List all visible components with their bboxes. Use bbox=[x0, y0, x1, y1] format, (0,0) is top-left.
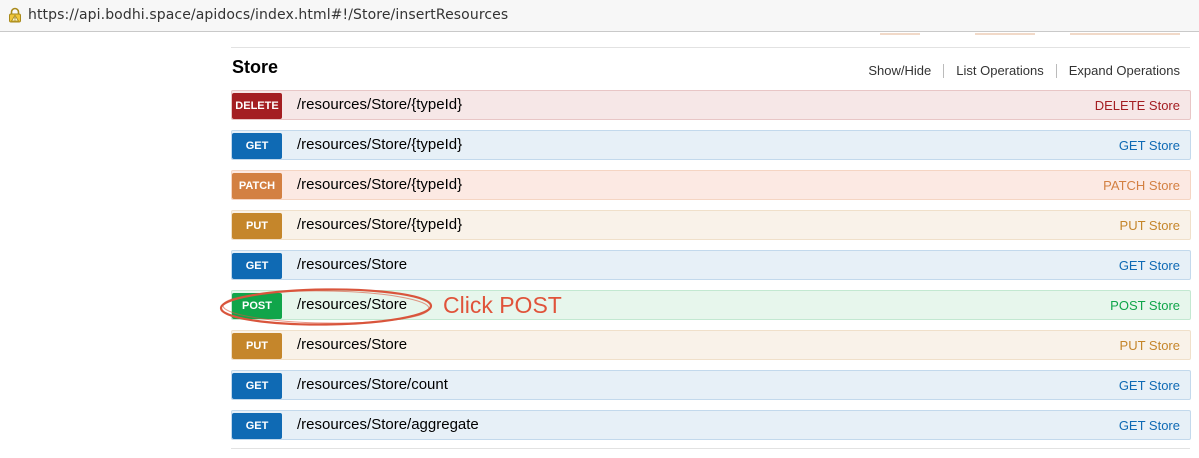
method-badge[interactable]: GET bbox=[232, 253, 282, 279]
show-hide-link[interactable]: Show/Hide bbox=[868, 63, 931, 78]
operation-path[interactable]: /resources/Store/aggregate bbox=[297, 416, 479, 433]
operation-put-store-typeid[interactable]: PUT /resources/Store/{typeId} PUT Store bbox=[231, 210, 1191, 240]
method-badge[interactable]: PUT bbox=[232, 213, 282, 239]
operation-path[interactable]: /resources/Store bbox=[297, 256, 407, 273]
operation-path[interactable]: /resources/Store/{typeId} bbox=[297, 176, 462, 193]
expand-operations-link[interactable]: Expand Operations bbox=[1069, 63, 1180, 78]
operation-path[interactable]: /resources/Store bbox=[297, 296, 407, 313]
method-badge[interactable]: PUT bbox=[232, 333, 282, 359]
operation-path[interactable]: /resources/Store bbox=[297, 336, 407, 353]
lock-warning-icon bbox=[9, 7, 21, 23]
section-title[interactable]: Store bbox=[232, 57, 278, 78]
operation-post-store[interactable]: POST /resources/Store POST Store bbox=[231, 290, 1191, 320]
operation-summary[interactable]: DELETE Store bbox=[1095, 98, 1180, 113]
address-bar[interactable]: https://api.bodhi.space/apidocs/index.ht… bbox=[0, 0, 1199, 32]
method-badge[interactable]: GET bbox=[232, 373, 282, 399]
operation-get-store-count[interactable]: GET /resources/Store/count GET Store bbox=[231, 370, 1191, 400]
method-badge[interactable]: GET bbox=[232, 413, 282, 439]
operation-put-store[interactable]: PUT /resources/Store PUT Store bbox=[231, 330, 1191, 360]
operation-summary[interactable]: PUT Store bbox=[1120, 218, 1180, 233]
operation-get-store-aggregate[interactable]: GET /resources/Store/aggregate GET Store bbox=[231, 410, 1191, 440]
link-divider bbox=[943, 63, 945, 78]
operation-summary[interactable]: PATCH Store bbox=[1103, 178, 1180, 193]
section-header-links: Show/Hide List Operations Expand Operati… bbox=[868, 63, 1180, 78]
operation-summary[interactable]: GET Store bbox=[1119, 138, 1180, 153]
operation-path[interactable]: /resources/Store/{typeId} bbox=[297, 136, 462, 153]
operation-get-store[interactable]: GET /resources/Store GET Store bbox=[231, 250, 1191, 280]
operation-summary[interactable]: GET Store bbox=[1119, 378, 1180, 393]
section-divider-bottom bbox=[231, 448, 1190, 449]
operation-path[interactable]: /resources/Store/count bbox=[297, 376, 448, 393]
operation-patch-store-typeid[interactable]: PATCH /resources/Store/{typeId} PATCH St… bbox=[231, 170, 1191, 200]
operation-summary[interactable]: GET Store bbox=[1119, 418, 1180, 433]
list-operations-link[interactable]: List Operations bbox=[956, 63, 1043, 78]
operation-summary[interactable]: PUT Store bbox=[1120, 338, 1180, 353]
link-divider bbox=[1055, 63, 1057, 78]
operation-summary[interactable]: POST Store bbox=[1110, 298, 1180, 313]
method-badge[interactable]: DELETE bbox=[232, 93, 282, 119]
operation-summary[interactable]: GET Store bbox=[1119, 258, 1180, 273]
operation-delete-store-typeid[interactable]: DELETE /resources/Store/{typeId} DELETE … bbox=[231, 90, 1191, 120]
method-badge[interactable]: PATCH bbox=[232, 173, 282, 199]
method-badge[interactable]: POST bbox=[232, 293, 282, 319]
operation-get-store-typeid[interactable]: GET /resources/Store/{typeId} GET Store bbox=[231, 130, 1191, 160]
method-badge[interactable]: GET bbox=[232, 133, 282, 159]
url-text[interactable]: https://api.bodhi.space/apidocs/index.ht… bbox=[28, 7, 508, 23]
operation-path[interactable]: /resources/Store/{typeId} bbox=[297, 216, 462, 233]
section-divider-top bbox=[231, 47, 1190, 48]
operation-path[interactable]: /resources/Store/{typeId} bbox=[297, 96, 462, 113]
annotation-text: Click POST bbox=[443, 292, 562, 318]
cut-off-row-remnant bbox=[880, 33, 1180, 35]
